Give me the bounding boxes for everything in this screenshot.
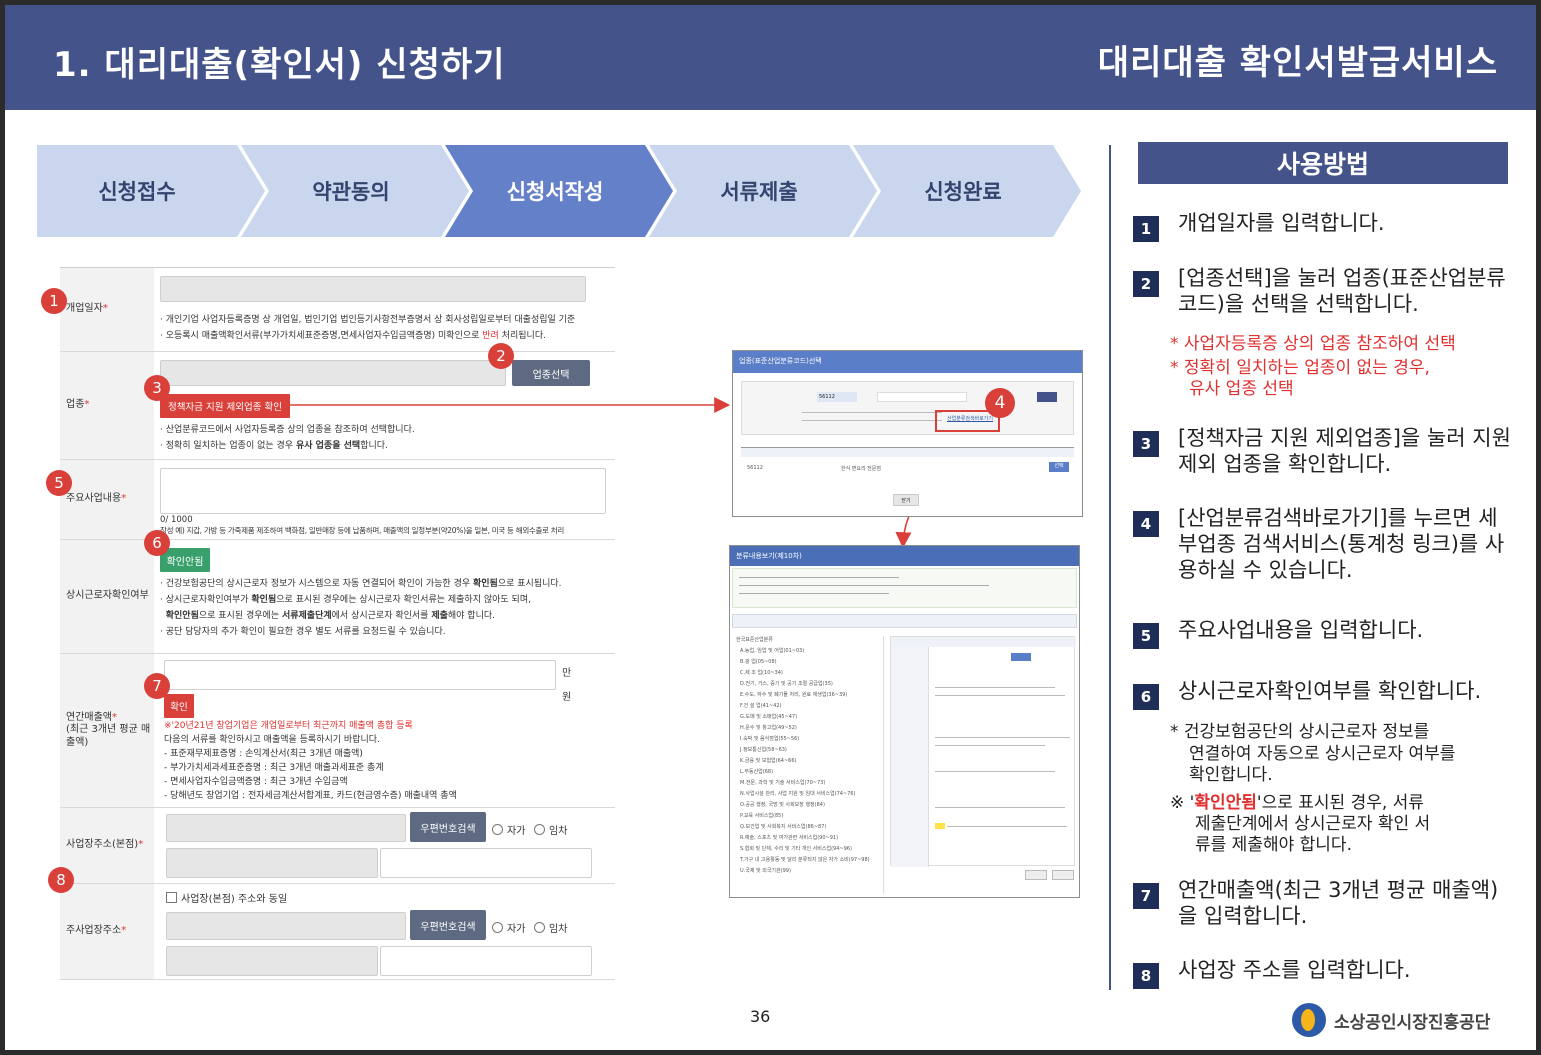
tree-item: I.숙박 및 음식점업(55~56) (740, 736, 800, 742)
detail-panel (890, 636, 1076, 867)
name-field (877, 392, 967, 402)
info-box (732, 568, 1077, 608)
howto-text: 주요사업내용을 입력합니다. (1178, 618, 1424, 642)
howto-note-6e: 제출단계에서 상시근로자 확인 서 (1195, 814, 1431, 834)
step-badge: 1 (1133, 216, 1159, 242)
tree-item: T.가구 내 고용활동 및 달리 분류되지 않은 자가 소비(97~98) (740, 857, 870, 863)
table-header (741, 447, 1074, 457)
result-code: 56112 (747, 465, 763, 471)
step-badge: 7 (1133, 883, 1159, 909)
step-badge: 3 (1133, 431, 1159, 457)
tree-item: D.전기, 가스, 증기 및 공기 조절 공급업(35) (740, 681, 833, 687)
detail-line (935, 807, 1065, 808)
tree-item: M.전문, 과학 및 기술 서비스업(70~73) (740, 780, 826, 786)
step-badge: 4 (1133, 511, 1159, 537)
page-number: 36 (750, 1007, 771, 1026)
tree-item: J.정보통신업(58~63) (740, 747, 787, 753)
popup-close-button: 닫기 (893, 494, 919, 506)
howto-note-6a: * 건강보험공단의 상시근로자 정보를 (1170, 722, 1430, 742)
howto-note-2b: * 정확히 일치하는 업종이 없는 경우, (1170, 358, 1430, 378)
highlight-mark (935, 823, 945, 829)
code-highlight (1011, 653, 1031, 661)
result-select-button: 선택 (1049, 462, 1069, 472)
popup-text-line (802, 412, 942, 413)
tree-item: G.도매 및 소매업(45~47) (740, 714, 798, 720)
howto-note-2a: * 사업자등록증 상의 업종 참조하여 선택 (1170, 334, 1456, 354)
howto-note-6f: 류를 제출해야 합니다. (1195, 835, 1352, 855)
detail-line (935, 737, 1070, 738)
detail-label-column (891, 647, 929, 867)
howto-text: [정책자금 지원 제외업종]을 눌러 지원제외 업종을 확인합니다. (1178, 426, 1511, 476)
org-logo-icon (1292, 1003, 1326, 1037)
detail-line (935, 687, 1055, 688)
confirm-mini-button (1025, 870, 1047, 880)
howto-note-6b: 연결하여 자동으로 상시근로자 여부를 (1189, 744, 1456, 764)
panel-divider (1109, 145, 1111, 990)
filter-bar (732, 614, 1077, 628)
howto-text: 사업장 주소를 입력합니다. (1178, 958, 1411, 982)
tree-item: R.예술, 스포츠 및 여가관련 서비스업(90~91) (740, 835, 839, 841)
howto-text: 연간매출액(최근 3개년 평균 매출액)을 입력합니다. (1178, 878, 1499, 928)
cancel-mini-button (1052, 870, 1074, 880)
tree-item: F.건 설 업(41~42) (740, 703, 782, 709)
tree-item: Q.보건업 및 사회복지 서비스업(86~87) (740, 824, 827, 830)
info-line (739, 585, 989, 586)
org-name: 소상공인시장진흥공단 (1334, 1012, 1491, 1033)
howto-note-6d: ※ '확인안됨'으로 표시된 경우, 서류 (1170, 793, 1424, 813)
tree-item: C.제 조 업(10~34) (740, 670, 783, 676)
result-table: 56112 한식 면요리 전문점 선택 (741, 447, 1074, 477)
tree-item: 한국표준산업분류 (736, 637, 773, 643)
detail-line (935, 771, 1055, 772)
result-name: 한식 면요리 전문점 (841, 466, 881, 472)
tree-item: H.운수 및 창고업(49~52) (740, 725, 797, 731)
howto-note-2c: 유사 업종 선택 (1189, 379, 1294, 399)
tree-item: K.금융 및 보험업(64~66) (740, 758, 797, 764)
howto-text: [산업분류검색바로가기]를 누르면 세부업종 검색서비스(통계청 링크)를 사용… (1178, 506, 1505, 582)
howto-text: [업종선택]을 눌러 업종(표준산업분류코드)을 선택을 선택합니다. (1178, 266, 1506, 316)
detail-line (935, 695, 1065, 696)
step-badge: 6 (1133, 684, 1159, 710)
popup-text-line (802, 420, 942, 421)
step-badge: 2 (1133, 271, 1159, 297)
howto-text: 상시근로자확인여부를 확인합니다. (1178, 679, 1482, 703)
howto-text: 개업일자를 입력합니다. (1178, 211, 1385, 235)
tree-item: P.교육 서비스업(85) (740, 813, 784, 819)
tree-item: N.사업시설 관리, 사업 지원 및 임대 서비스업(74~76) (740, 791, 856, 797)
info-line (739, 593, 889, 594)
tree-item: E.수도, 하수 및 폐기물 처리, 원료 재생업(36~39) (740, 692, 848, 698)
org-logo: 소상공인시장진흥공단 (1292, 1003, 1490, 1037)
detail-line (935, 745, 1045, 746)
howto-title: 사용방법 (1138, 142, 1508, 184)
tree-item: S.협회 및 단체, 수리 및 기타 개인 서비스업(94~96) (740, 846, 852, 852)
search-button (1037, 392, 1057, 402)
marker-4: 4 (985, 388, 1015, 418)
classification-tree: 한국표준산업분류 A.농업, 임업 및 어업(01~03) B.광 업(05~0… (734, 636, 884, 894)
tree-item: L.부동산업(68) (740, 769, 774, 775)
popup-title: 업종(표준산업분류코드)선택 (733, 351, 1082, 373)
industry-popup-screenshot: 업종(표준산업분류코드)선택 56112 산업분류검색바로가기 56112 한식… (732, 350, 1083, 517)
classification-screenshot: 분류내용보기(제10차) 한국표준산업분류 A.농업, 임업 및 어업(01~0… (729, 545, 1080, 898)
tree-item: B.광 업(05~08) (740, 659, 777, 665)
tree-item: O.공공 행정, 국방 및 사회보장 행정(84) (740, 802, 825, 808)
howto-note-6c: 확인합니다. (1189, 765, 1273, 785)
code-field: 56112 (817, 392, 857, 402)
search-panel: 56112 산업분류검색바로가기 (741, 381, 1074, 435)
step-badge: 8 (1133, 963, 1159, 989)
tree-item: U.국제 및 외국기관(99) (740, 868, 791, 874)
tree-item: A.농업, 임업 및 어업(01~03) (740, 648, 805, 654)
info-line (739, 577, 899, 578)
page: 1. 대리대출(확인서) 신청하기 대리대출 확인서발급서비스 신청접수 약관동… (5, 5, 1536, 1050)
step-badge: 5 (1133, 623, 1159, 649)
detail-header (891, 637, 1076, 647)
detail-line (947, 826, 1067, 827)
classification-title: 분류내용보기(제10차) (730, 546, 1079, 566)
